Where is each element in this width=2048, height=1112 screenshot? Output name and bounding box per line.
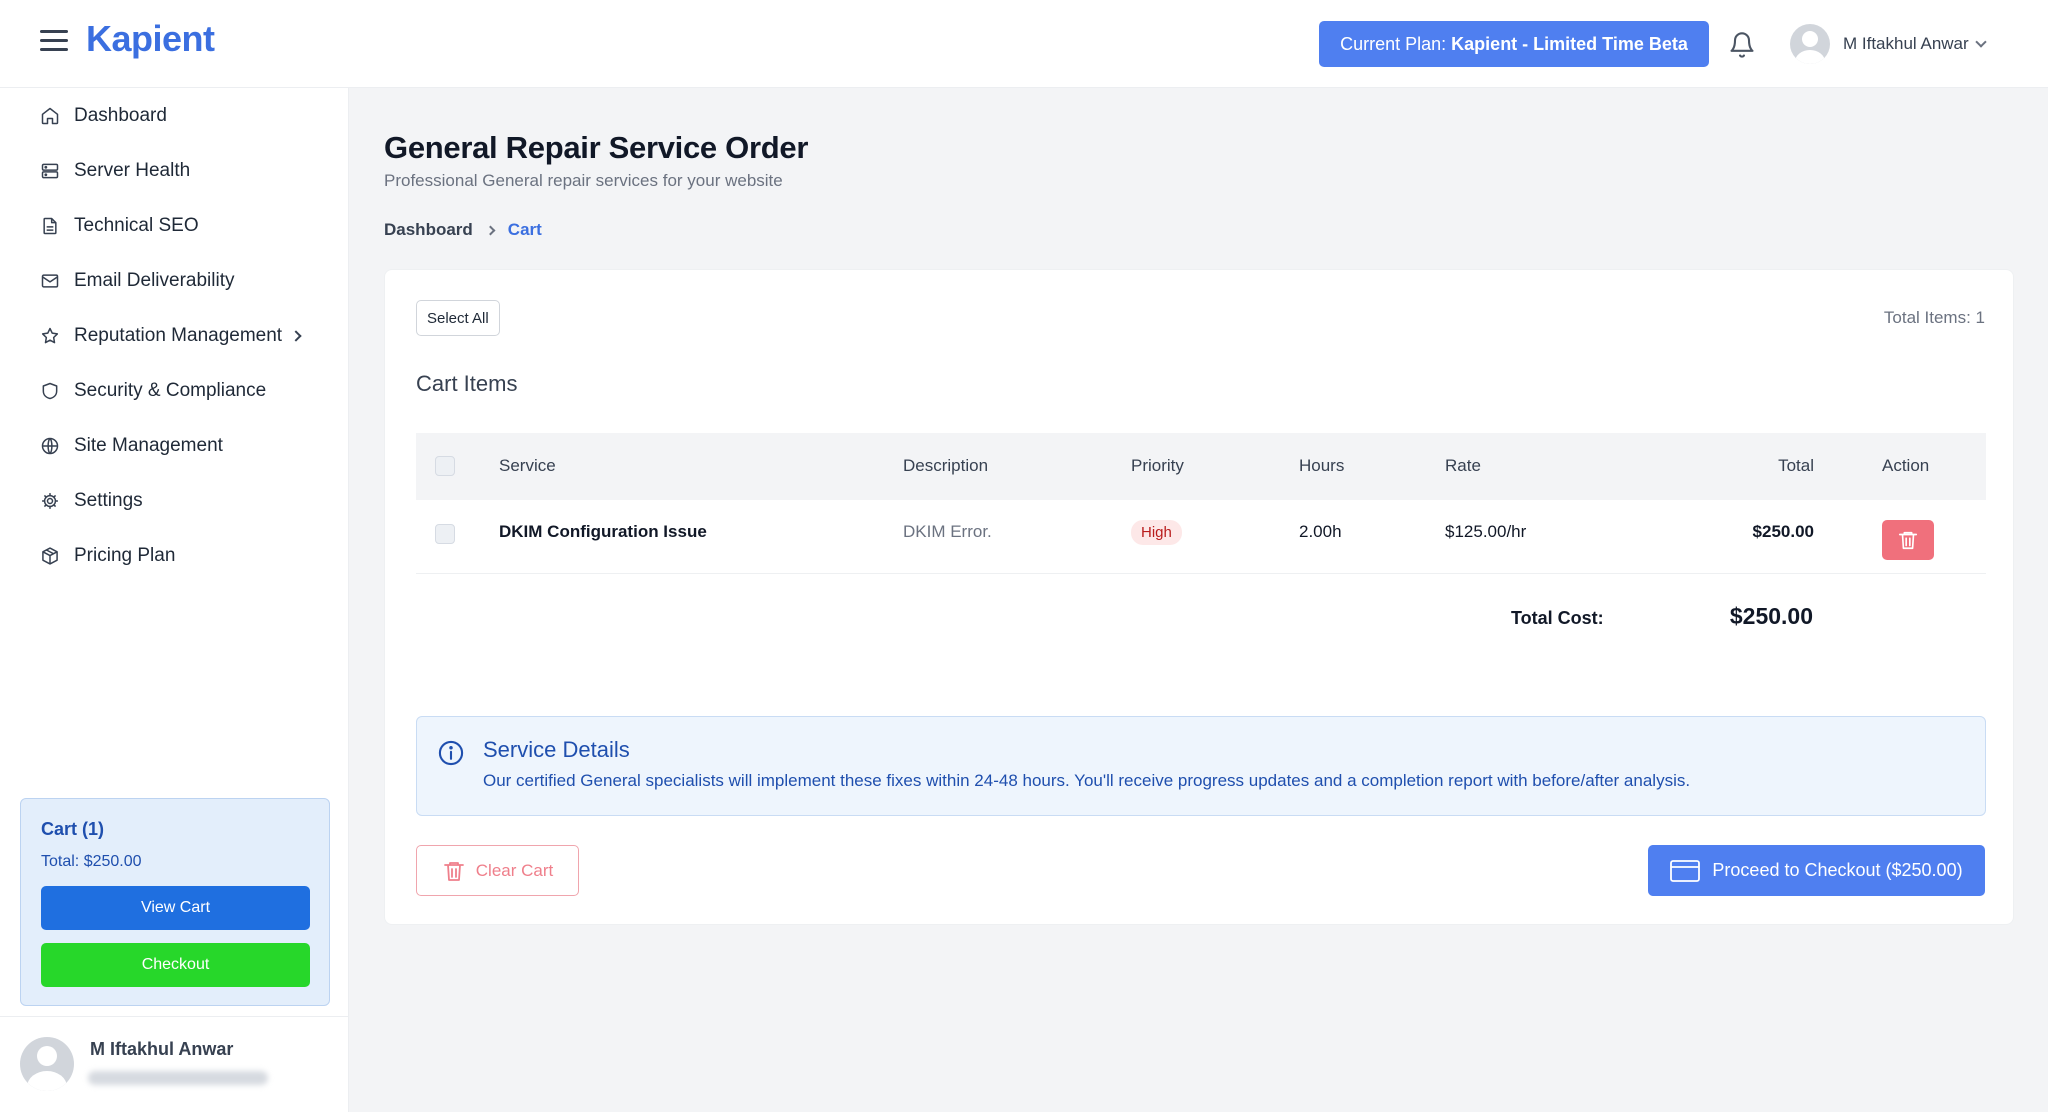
cart-card: Select All Total Items: 1 Cart Items Ser…	[384, 269, 2014, 925]
delete-item-button[interactable]	[1882, 520, 1934, 560]
select-all-button[interactable]: Select All	[416, 300, 500, 336]
package-icon	[42, 547, 58, 565]
cart-count: Cart (1)	[41, 819, 105, 839]
table-header: Service Description Priority Hours Rate …	[416, 433, 1986, 500]
cart-items-title: Cart Items	[416, 371, 518, 396]
shield-icon	[42, 382, 58, 400]
table-row: DKIM Configuration Issue DKIM Error. Hig…	[416, 500, 1986, 574]
row-rate: $125.00/hr	[1445, 522, 1527, 541]
sidebar-item-site-management[interactable]: Site Management	[40, 431, 223, 461]
chevron-right-icon	[485, 225, 496, 235]
total-cost-label: Total Cost:	[1511, 608, 1604, 628]
breadcrumb-cart: Cart	[507, 220, 542, 239]
sidebar-user-profile[interactable]: M Iftakhul Anwar	[0, 1016, 349, 1112]
breadcrumb-dashboard[interactable]: Dashboard	[384, 220, 473, 240]
server-icon	[41, 163, 59, 179]
sidebar-item-pricing-plan[interactable]: Pricing Plan	[40, 541, 175, 571]
column-header-hours: Hours	[1299, 456, 1345, 475]
plan-name: Kapient - Limited Time Beta	[1451, 33, 1688, 54]
sidebar-cart-summary: Cart (1) Total: $250.00 View Cart Checko…	[20, 798, 330, 1006]
sidebar-item-label: Server Health	[74, 160, 191, 181]
service-details-box: Service Details Our certified General sp…	[416, 716, 1986, 816]
trash-icon	[1898, 531, 1918, 550]
sidebar-item-settings[interactable]: Settings	[40, 486, 143, 516]
row-checkbox[interactable]	[435, 524, 455, 544]
column-header-description: Description	[903, 456, 989, 475]
home-icon	[41, 107, 59, 125]
sidebar-item-label: Technical SEO	[74, 215, 199, 236]
credit-card-icon	[1670, 859, 1701, 882]
app-logo[interactable]: Kapient	[86, 18, 215, 60]
page-subtitle: Professional General repair services for…	[384, 171, 783, 190]
checkout-button[interactable]: Checkout	[41, 943, 310, 987]
gear-icon	[42, 493, 58, 509]
sidebar-item-email-deliverability[interactable]: Email Deliverability	[40, 266, 235, 296]
total-cost-value: $250.00	[1729, 603, 1813, 629]
priority-badge: High	[1131, 520, 1182, 545]
sidebar-item-reputation-management[interactable]: Reputation Management	[40, 321, 302, 351]
header-checkbox[interactable]	[435, 456, 455, 476]
sidebar-item-label: Dashboard	[74, 105, 167, 126]
trash-icon	[443, 861, 464, 881]
plan-prefix: Current Plan:	[1340, 33, 1447, 54]
sidebar-item-label: Security & Compliance	[74, 380, 267, 401]
sidebar-item-security-compliance[interactable]: Security & Compliance	[40, 376, 266, 406]
sidebar-item-label: Email Deliverability	[74, 270, 235, 291]
user-name: M Iftakhul Anwar	[1843, 34, 1969, 53]
star-icon	[41, 327, 59, 344]
menu-icon[interactable]	[40, 30, 68, 58]
user-menu[interactable]: M Iftakhul Anwar	[1790, 24, 1987, 64]
sidebar-item-label: Pricing Plan	[74, 545, 176, 566]
page-title: General Repair Service Order	[384, 130, 809, 165]
breadcrumb: Dashboard Cart	[384, 220, 542, 240]
avatar	[20, 1037, 74, 1091]
user-email-redacted	[88, 1071, 268, 1085]
chevron-right-icon	[290, 330, 302, 342]
sidebar: Dashboard Server Health Technical SEO Em…	[0, 88, 349, 1112]
total-items: Total Items: 1	[1883, 308, 1985, 327]
sidebar-item-label: Reputation Management	[74, 325, 283, 346]
top-header: Kapient Current Plan: Kapient - Limited …	[0, 0, 2048, 88]
column-header-action: Action	[1882, 456, 1930, 475]
sidebar-item-label: Settings	[74, 490, 143, 511]
row-description: DKIM Error.	[903, 522, 992, 541]
sidebar-item-label: Site Management	[74, 435, 223, 456]
mail-icon	[41, 274, 59, 288]
column-header-total: Total	[1778, 456, 1814, 475]
column-header-priority: Priority	[1131, 456, 1184, 475]
sidebar-item-dashboard[interactable]: Dashboard	[40, 101, 167, 131]
avatar	[1790, 24, 1830, 64]
sidebar-item-technical-seo[interactable]: Technical SEO	[40, 211, 199, 241]
column-header-service: Service	[499, 456, 556, 475]
sidebar-item-server-health[interactable]: Server Health	[40, 156, 190, 186]
row-hours: 2.00h	[1299, 522, 1342, 541]
proceed-label: Proceed to Checkout ($250.00)	[1712, 860, 1963, 880]
cart-total: Total: $250.00	[41, 853, 142, 870]
service-details-title: Service Details	[483, 737, 630, 762]
clear-cart-button[interactable]: Clear Cart	[416, 845, 579, 896]
globe-icon	[41, 437, 59, 455]
row-service: DKIM Configuration Issue	[499, 522, 707, 541]
column-header-rate: Rate	[1445, 456, 1481, 475]
user-name: M Iftakhul Anwar	[90, 1039, 234, 1059]
info-icon	[438, 740, 464, 766]
document-icon	[43, 217, 57, 235]
current-plan-button[interactable]: Current Plan: Kapient - Limited Time Bet…	[1319, 21, 1709, 67]
bell-icon[interactable]	[1728, 30, 1756, 60]
row-total: $250.00	[1752, 522, 1814, 541]
proceed-to-checkout-button[interactable]: Proceed to Checkout ($250.00)	[1648, 845, 1985, 896]
service-details-text: Our certified General specialists will i…	[483, 771, 1691, 790]
chevron-down-icon	[1975, 36, 1987, 48]
clear-cart-label: Clear Cart	[475, 860, 554, 880]
view-cart-button[interactable]: View Cart	[41, 886, 310, 930]
